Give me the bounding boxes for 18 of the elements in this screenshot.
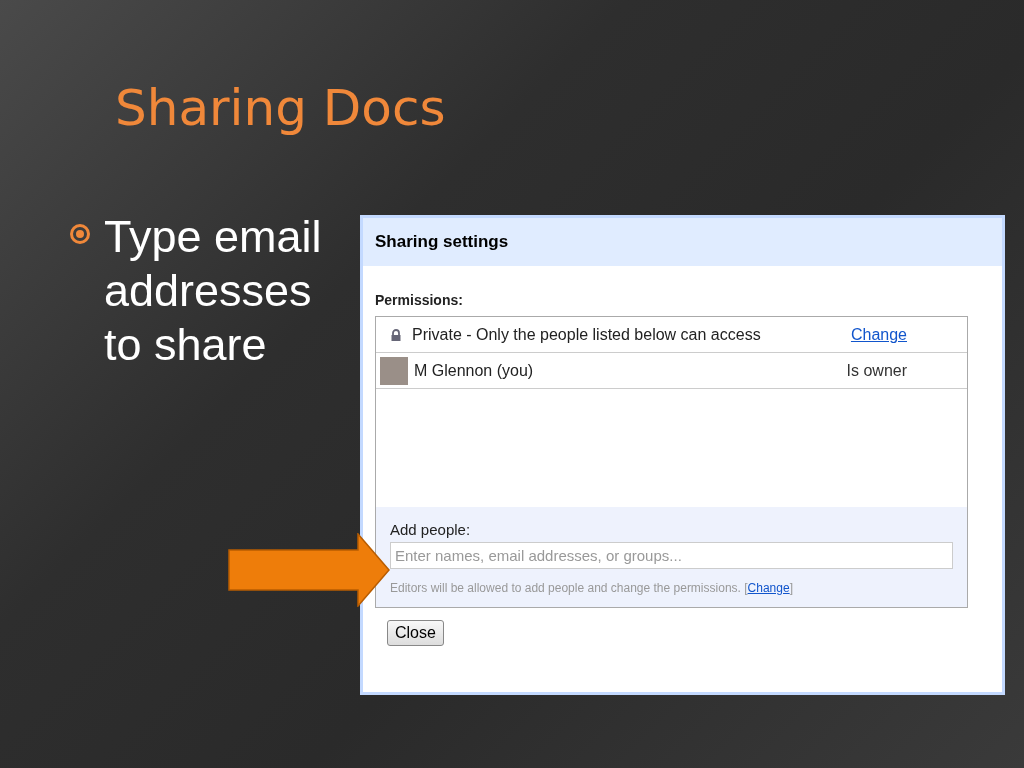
bracket: [ [744,581,748,595]
slide-title: Sharing Docs [115,78,447,138]
change-link[interactable]: Change [850,325,907,344]
arrow-icon [228,533,390,607]
dialog-title: Sharing settings [363,218,1002,266]
permissions-label: Permissions: [375,292,464,308]
add-people-label: Add people: [390,521,472,538]
avatar-placeholder [380,356,408,385]
add-people-field[interactable]: Enter names, email addresses, or groups... [390,542,953,569]
bullet-text: Type email addresses to share [104,210,323,372]
lock-icon [390,328,402,341]
bullet-icon [70,224,90,244]
person-name: M Glennon (you) [414,361,535,380]
bracket: ] [789,581,793,595]
visibility-text: Private - Only the people listed below can access [412,325,762,344]
close-button[interactable]: Close [387,620,444,646]
person-role: Is owner [846,361,907,380]
editors-note: Editors will be allowed to add people and change the permissions. [Change] [390,581,794,595]
